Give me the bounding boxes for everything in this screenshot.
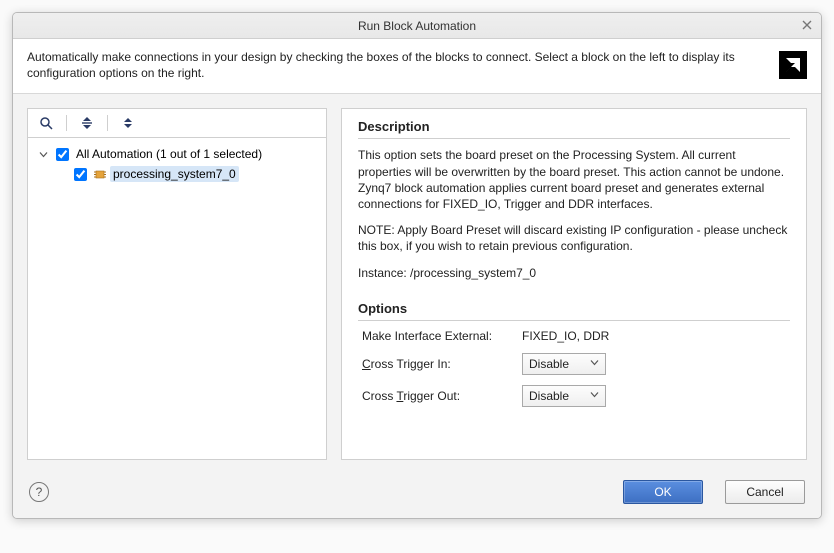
config-panel: Description This option sets the board p…	[341, 108, 807, 460]
amd-logo	[779, 51, 807, 79]
chevron-down-icon[interactable]	[38, 150, 48, 159]
tree-panel: All Automation (1 out of 1 selected) pro…	[27, 108, 327, 460]
dialog-footer: ? OK Cancel	[13, 474, 821, 518]
intro-text: Automatically make connections in your d…	[27, 49, 779, 81]
root-checkbox[interactable]	[56, 148, 69, 161]
toolbar-separator	[107, 115, 108, 131]
chevron-down-icon	[590, 358, 599, 370]
tree-item-label: processing_system7_0	[110, 166, 239, 182]
tree-toolbar	[28, 109, 326, 138]
options-heading: Options	[358, 301, 790, 321]
help-icon[interactable]: ?	[29, 482, 49, 502]
dialog-window: Run Block Automation Automatically make …	[12, 12, 822, 519]
tree-item-row[interactable]: processing_system7_0	[36, 164, 318, 184]
ip-block-icon	[94, 169, 106, 180]
search-icon[interactable]	[38, 115, 54, 131]
options-section: Options Make Interface External: FIXED_I…	[358, 301, 790, 417]
description-heading: Description	[358, 119, 790, 139]
window-title: Run Block Automation	[358, 19, 476, 33]
tree-root-label: All Automation (1 out of 1 selected)	[76, 147, 262, 161]
description-body: This option sets the board preset on the…	[358, 147, 790, 290]
label-cross-trigger-out: Cross Trigger Out:	[362, 389, 522, 403]
label-cross-trigger-in: Cross Trigger In:	[362, 357, 522, 371]
tree-root-row[interactable]: All Automation (1 out of 1 selected)	[36, 144, 318, 164]
options-form: Make Interface External: FIXED_IO, DDR C…	[358, 329, 790, 407]
item-checkbox[interactable]	[74, 168, 87, 181]
select-value: Disable	[529, 357, 569, 371]
titlebar: Run Block Automation	[13, 13, 821, 39]
ok-button[interactable]: OK	[623, 480, 703, 504]
chevron-down-icon	[590, 390, 599, 402]
select-cross-trigger-in[interactable]: Disable	[522, 353, 606, 375]
value-make-external: FIXED_IO, DDR	[522, 329, 609, 343]
collapse-all-icon[interactable]	[79, 115, 95, 131]
automation-tree: All Automation (1 out of 1 selected) pro…	[28, 138, 326, 459]
label-make-external: Make Interface External:	[362, 329, 522, 343]
row-cross-trigger-in: Cross Trigger In: Disable	[362, 353, 790, 375]
description-para2: NOTE: Apply Board Preset will discard ex…	[358, 222, 790, 254]
dialog-body: All Automation (1 out of 1 selected) pro…	[13, 94, 821, 474]
row-cross-trigger-out: Cross Trigger Out: Disable	[362, 385, 790, 407]
description-para1: This option sets the board preset on the…	[358, 147, 790, 212]
row-make-external: Make Interface External: FIXED_IO, DDR	[362, 329, 790, 343]
cancel-button[interactable]: Cancel	[725, 480, 805, 504]
select-value: Disable	[529, 389, 569, 403]
dialog-header: Automatically make connections in your d…	[13, 39, 821, 94]
description-instance: Instance: /processing_system7_0	[358, 265, 790, 281]
expand-all-icon[interactable]	[120, 115, 136, 131]
toolbar-separator	[66, 115, 67, 131]
close-icon[interactable]	[799, 17, 815, 33]
select-cross-trigger-out[interactable]: Disable	[522, 385, 606, 407]
